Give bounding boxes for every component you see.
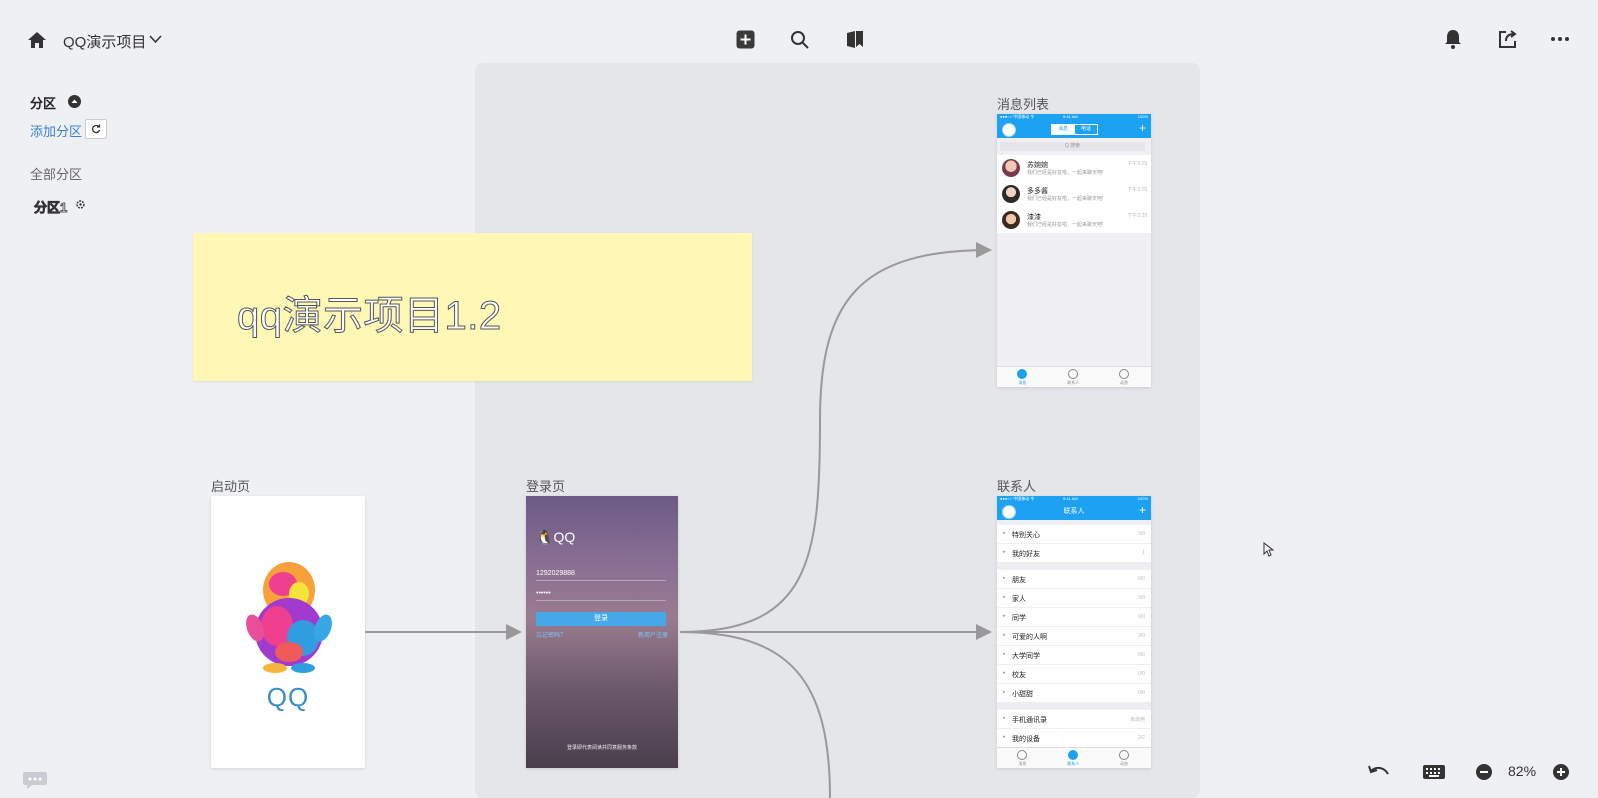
avatar [1002, 185, 1020, 203]
person-icon [1068, 750, 1079, 760]
mouse-cursor-icon [1262, 541, 1274, 557]
collapse-up-icon[interactable] [67, 94, 81, 108]
tab-contacts-bottom[interactable]: 联系人 [1048, 369, 1099, 386]
splash-screen-label: 启动页 [211, 479, 251, 494]
login-screen-label: 登录页 [526, 479, 566, 494]
contacts-screen-label: 联系人 [997, 479, 1037, 494]
avatar [1002, 211, 1020, 229]
list-item[interactable]: ▸ 我的好友 1 [997, 544, 1151, 563]
qq-penguin-logo [246, 562, 332, 673]
register-link[interactable]: 新用户注册 [638, 630, 668, 639]
contacts-screen[interactable]: ●●●○○ 中国移动 令 9:41 AM 100% 联系人 + ▸ 特别关心 0/0… [997, 496, 1151, 768]
list-item[interactable]: ▸ 可爱的人啊 0/0 [997, 627, 1151, 646]
chat-bubble-icon[interactable] [22, 770, 48, 790]
arrow-right-icon: ▸ [1003, 689, 1006, 695]
zoom-out-icon[interactable] [1475, 763, 1493, 781]
forgot-password-link[interactable]: 忘记密码？ [536, 630, 566, 639]
arrow-right-icon: ▸ [1003, 651, 1006, 657]
section-item[interactable]: 分区1 [34, 197, 68, 216]
search-icon[interactable] [789, 29, 809, 49]
contacts-app-bar: 联系人 + [997, 502, 1151, 520]
star-icon [1119, 750, 1130, 760]
chat-icon [1017, 369, 1028, 379]
zoom-level: 82% [1508, 763, 1537, 779]
list-item[interactable]: ▸ 我的设备 2/2 [997, 729, 1151, 748]
share-icon[interactable] [1497, 28, 1519, 50]
undo-icon[interactable] [1367, 762, 1391, 782]
qq-logo-text: QQ [266, 682, 310, 712]
add-icon[interactable]: + [1139, 122, 1146, 134]
sticky-note[interactable]: qq演示项目1.2 [193, 233, 752, 381]
add-icon[interactable]: + [1139, 504, 1146, 516]
messages-app-bar: 消息 电话 + [997, 120, 1151, 138]
list-item[interactable]: ▸ 朋友 0/0 [997, 570, 1151, 589]
section-title: 分区 [30, 96, 57, 111]
login-button[interactable]: 登录 [536, 612, 666, 626]
arrow-right-icon: ▸ [1003, 530, 1006, 536]
password-field[interactable]: •••••• [536, 590, 666, 601]
tab-messages-bottom[interactable]: 消息 [997, 750, 1048, 767]
arrow-right-icon: ▸ [1003, 613, 1006, 619]
list-item[interactable]: ▸ 同学 0/0 [997, 608, 1151, 627]
list-item[interactable]: 漆漆 我们已经是好友啦，一起来聊天吧! 下午3:29 [997, 207, 1151, 234]
person-icon [1068, 369, 1079, 379]
tab-messages[interactable]: 消息 [1051, 124, 1075, 135]
qq-small-icon: 🐧 [536, 529, 554, 545]
tab-bar: 消息 联系人 动态 [997, 747, 1151, 768]
account-field[interactable]: 1292029888 [536, 570, 666, 581]
sticky-note-text: qq演示项目1.2 [237, 294, 502, 339]
login-brand: 🐧QQ [536, 529, 576, 545]
arrow-right-icon: ▸ [1003, 594, 1006, 600]
contacts-title: 联系人 [1063, 508, 1085, 515]
arrow-right-icon: ▸ [1003, 549, 1006, 555]
tab-feed-bottom[interactable]: 动态 [1099, 750, 1150, 767]
arrow-right-icon: ▸ [1003, 575, 1006, 581]
tab-feed-bottom[interactable]: 动态 [1099, 369, 1150, 386]
star-icon [1119, 369, 1130, 379]
terms-footer[interactable]: 登录即代表阅读并同意服务条款 [526, 744, 678, 751]
list-item[interactable]: ▸ 家人 0/0 [997, 589, 1151, 608]
list-item[interactable]: 多多酱 我们已经是好友啦，一起来聊天吧! 下午3:29 [997, 181, 1151, 208]
gear-icon[interactable] [74, 198, 86, 210]
arrow-right-icon: ▸ [1003, 632, 1006, 638]
chat-icon [1017, 750, 1028, 760]
avatar[interactable] [1002, 123, 1016, 137]
messages-screen-label: 消息列表 [997, 97, 1050, 112]
search-input[interactable]: Q 搜索 [1000, 142, 1145, 151]
list-item[interactable]: ▸ 特别关心 0/0 [997, 525, 1151, 544]
group-divider [997, 703, 1151, 709]
zoom-in-icon[interactable] [1552, 763, 1570, 781]
login-screen[interactable]: 🐧QQ 1292029888 •••••• 登录 忘记密码？ 新用户注册 登录即… [526, 496, 678, 768]
bell-icon[interactable] [1443, 28, 1463, 50]
chevron-down-icon[interactable] [148, 32, 162, 46]
list-item[interactable]: ▸ 校友 0/0 [997, 665, 1151, 684]
tab-calls[interactable]: 电话 [1074, 124, 1098, 135]
tab-contacts-bottom[interactable]: 联系人 [1048, 750, 1099, 767]
arrow-right-icon: ▸ [1003, 734, 1006, 740]
messages-screen[interactable]: ●●●○○ 中国移动 令 9:41 AM 100% 消息 电话 + Q 搜索 苏… [997, 114, 1151, 387]
add-square-icon[interactable] [735, 29, 755, 49]
all-sections-label: 全部分区 [30, 167, 83, 182]
list-item[interactable]: 苏婉婉 我们已经是好友啦，一起来聊天吧! 下午3:29 [997, 155, 1151, 182]
list-item[interactable]: ▸ 小甜甜 0/0 [997, 684, 1151, 703]
arrow-right-icon: ▸ [1003, 715, 1006, 721]
tab-bar: 消息 联系人 动态 [997, 366, 1151, 387]
list-item[interactable]: ▸ 大学同学 0/0 [997, 646, 1151, 665]
group-divider [997, 563, 1151, 569]
project-title[interactable]: QQ演示项目 [63, 31, 146, 52]
bookmark-icon[interactable] [845, 29, 865, 49]
keyboard-icon[interactable] [1422, 763, 1446, 781]
refresh-icon[interactable] [85, 119, 107, 139]
add-section-link[interactable]: 添加分区 [30, 121, 82, 140]
arrow-right-icon: ▸ [1003, 670, 1006, 676]
list-item[interactable]: ▸ 手机通讯录 未启用 [997, 710, 1151, 729]
home-icon[interactable] [26, 29, 48, 51]
splash-screen[interactable]: QQ [211, 496, 365, 768]
avatar [1002, 159, 1020, 177]
more-icon[interactable] [1549, 30, 1571, 48]
tab-messages-bottom[interactable]: 消息 [997, 369, 1048, 386]
